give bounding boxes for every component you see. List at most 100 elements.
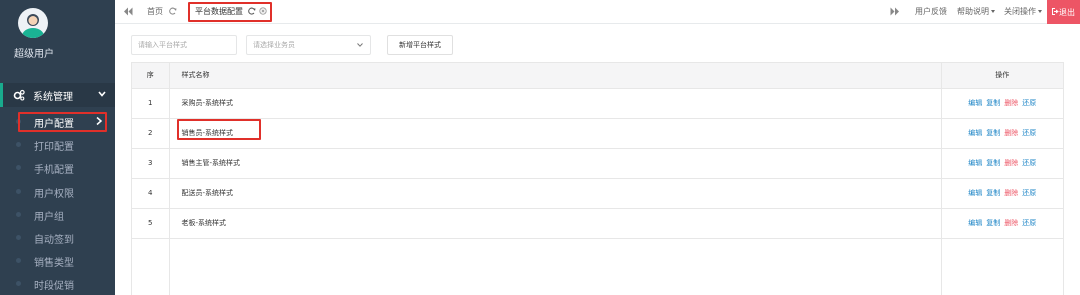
sign-out-icon [1052, 8, 1059, 15]
header-index[interactable]: 序 [132, 63, 170, 89]
edit-link[interactable]: 编辑 [968, 219, 982, 227]
row-actions: 编辑 复制 删除 还原 [941, 208, 1063, 239]
row-actions: 编辑 复制 删除 还原 [941, 118, 1063, 149]
bullet-icon [16, 165, 21, 171]
avatar-icon [22, 14, 44, 38]
table-row[interactable]: 5 老板-系统样式 编辑 复制 删除 还原 [132, 208, 1063, 239]
sidebar-item-mobile-config[interactable]: 手机配置 [0, 156, 115, 179]
edit-link[interactable]: 编辑 [968, 159, 982, 167]
add-platform-style-button[interactable]: 新增平台样式 [387, 35, 453, 55]
header-style-name[interactable]: 样式名称 [169, 63, 942, 89]
sidebar-item-label: 手机配置 [34, 165, 74, 177]
double-chevron-right-icon[interactable] [890, 7, 900, 16]
table-row[interactable]: 4 配送员-系统样式 编辑 复制 删除 还原 [132, 178, 1063, 209]
restore-link[interactable]: 还原 [1022, 189, 1036, 197]
row-actions: 编辑 复制 删除 还原 [941, 88, 1063, 119]
chevron-down-icon [98, 91, 106, 97]
sidebar-item-print-config[interactable]: 打印配置 [0, 133, 115, 156]
copy-link[interactable]: 复制 [986, 189, 1000, 197]
bullet-icon [16, 281, 21, 287]
delete-link[interactable]: 删除 [1004, 219, 1018, 227]
row-index: 2 [132, 118, 170, 149]
table-row[interactable]: 3 销售主管-系统样式 编辑 复制 删除 还原 [132, 148, 1063, 179]
restore-link[interactable]: 还原 [1022, 219, 1036, 227]
row-index: 5 [132, 208, 170, 239]
edit-link[interactable]: 编辑 [968, 189, 982, 197]
empty-cell [169, 238, 942, 295]
tab-home[interactable]: 首页 [147, 6, 177, 17]
highlight-box-sidebar [18, 112, 107, 132]
double-chevron-left-icon[interactable] [123, 7, 133, 16]
bullet-icon [16, 258, 21, 264]
copy-link[interactable]: 复制 [986, 159, 1000, 167]
row-index: 1 [132, 88, 170, 119]
menu-group-label: 系统管理 [33, 92, 73, 103]
sidebar-item-label: 时段促销 [34, 281, 74, 293]
row-index: 4 [132, 178, 170, 209]
sidebar-item-user-group[interactable]: 用户组 [0, 203, 115, 226]
table-header-row: 序 样式名称 操作 [132, 63, 1063, 89]
row-style-name: 销售主管-系统样式 [169, 148, 942, 179]
highlight-box-row [177, 119, 261, 140]
empty-cell [132, 238, 170, 295]
restore-link[interactable]: 还原 [1022, 129, 1036, 137]
styles-table: 序 样式名称 操作 1 采购员-系统样式 编辑 复制 删除 还原 2 销售员-系统样式… [131, 62, 1064, 295]
tab-home-label: 首页 [147, 7, 163, 16]
menu-group-system[interactable]: 系统管理 [0, 83, 115, 107]
delete-link[interactable]: 删除 [1004, 99, 1018, 107]
header-actions: 操作 [941, 63, 1063, 89]
close-ops-menu[interactable]: 关闭操作 [1004, 6, 1042, 17]
bullet-icon [16, 188, 21, 194]
submenu: 用户配置 打印配置 手机配置 用户权限 用户组 自动签到 销售类型 时段促销 [0, 110, 115, 295]
delete-link[interactable]: 删除 [1004, 189, 1018, 197]
sidebar: 超级用户 系统管理 用户配置 打印配置 手机配置 用户权限 用户组 自动签到 销… [0, 0, 115, 295]
copy-link[interactable]: 复制 [986, 129, 1000, 137]
copy-link[interactable]: 复制 [986, 219, 1000, 227]
empty-cell [941, 238, 1063, 295]
row-actions: 编辑 复制 删除 还原 [941, 148, 1063, 179]
delete-link[interactable]: 删除 [1004, 159, 1018, 167]
edit-link[interactable]: 编辑 [968, 129, 982, 137]
row-actions: 编辑 复制 删除 还原 [941, 178, 1063, 209]
search-input[interactable] [131, 35, 237, 55]
sidebar-item-label: 自动签到 [34, 234, 74, 246]
caret-down-icon [991, 10, 995, 13]
bullet-icon [16, 142, 21, 148]
feedback-link[interactable]: 用户反馈 [915, 6, 947, 17]
sidebar-item-sales-type[interactable]: 销售类型 [0, 249, 115, 272]
sidebar-item-auto-checkin[interactable]: 自动签到 [0, 226, 115, 249]
sidebar-item-label: 用户权限 [34, 188, 74, 200]
row-style-name: 采购员-系统样式 [169, 88, 942, 119]
copy-link[interactable]: 复制 [986, 99, 1000, 107]
avatar[interactable] [18, 8, 48, 38]
logout-button[interactable]: 退出 [1047, 0, 1080, 24]
user-profile: 超级用户 [0, 0, 115, 80]
chevron-down-icon [357, 43, 363, 47]
sidebar-item-user-permissions[interactable]: 用户权限 [0, 180, 115, 203]
cogs-icon [13, 89, 25, 101]
table-row[interactable]: 2 销售员-系统样式 编辑 复制 删除 还原 [132, 118, 1063, 149]
sidebar-item-time-promo[interactable]: 时段促销 [0, 272, 115, 295]
table-row[interactable]: 1 采购员-系统样式 编辑 复制 删除 还原 [132, 88, 1063, 119]
sidebar-item-label: 打印配置 [34, 142, 74, 154]
restore-link[interactable]: 还原 [1022, 159, 1036, 167]
delete-link[interactable]: 删除 [1004, 129, 1018, 137]
edit-link[interactable]: 编辑 [968, 99, 982, 107]
bullet-icon [16, 234, 21, 240]
help-menu[interactable]: 帮助说明 [957, 6, 995, 17]
highlight-box-tab [188, 2, 272, 22]
restore-link[interactable]: 还原 [1022, 99, 1036, 107]
row-style-name: 配送员-系统样式 [169, 178, 942, 209]
refresh-icon[interactable] [169, 7, 177, 15]
sidebar-item-label: 用户组 [34, 211, 64, 223]
logout-label: 退出 [1059, 8, 1075, 17]
help-menu-label: 帮助说明 [957, 7, 989, 16]
bullet-icon [16, 211, 21, 217]
row-index: 3 [132, 148, 170, 179]
row-style-name: 老板-系统样式 [169, 208, 942, 239]
sidebar-item-label: 销售类型 [34, 258, 74, 270]
close-ops-label: 关闭操作 [1004, 7, 1036, 16]
caret-down-icon [1038, 10, 1042, 13]
salesperson-select[interactable] [246, 35, 371, 55]
user-name[interactable]: 超级用户 [14, 45, 54, 60]
